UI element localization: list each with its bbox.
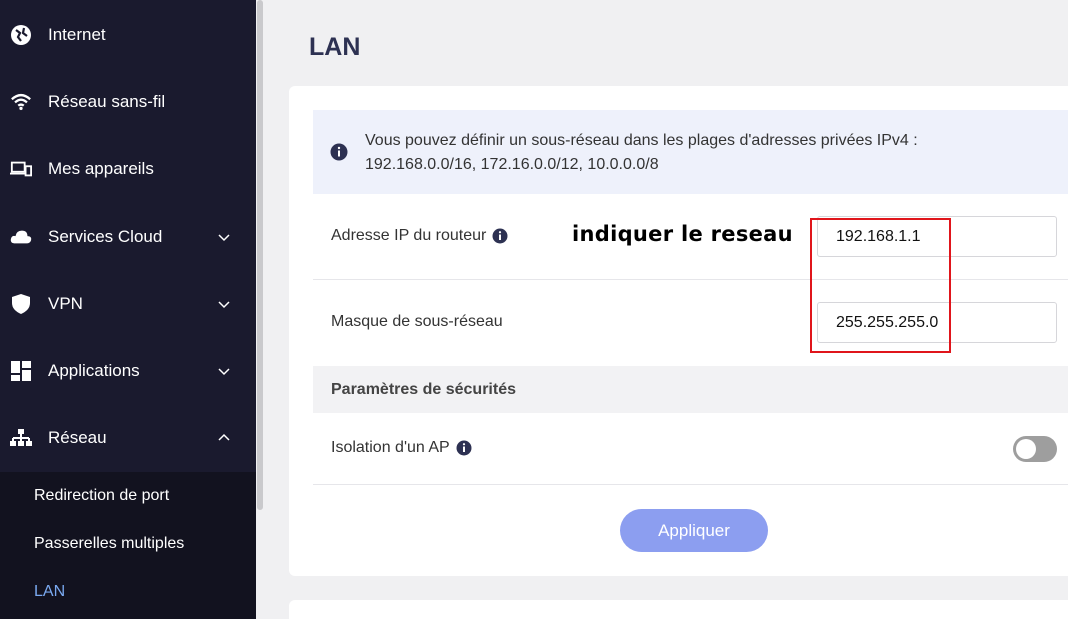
network-icon xyxy=(10,427,32,449)
sidebar-item-label: Applications xyxy=(48,360,140,380)
annotation-text: indiquer le reseau xyxy=(572,222,793,246)
info-icon[interactable] xyxy=(456,440,472,456)
sidebar-item-label: VPN xyxy=(48,293,83,313)
info-icon[interactable] xyxy=(492,228,508,244)
sidebar-item-label: Réseau sans-fil xyxy=(48,91,166,111)
divider xyxy=(313,279,1068,280)
subnet-mask-label-text: Masque de sous-réseau xyxy=(331,313,503,330)
chevron-down-icon xyxy=(216,363,232,379)
submenu-item-multiple-gateways[interactable]: Passerelles multiples xyxy=(34,535,184,553)
sidebar-item-label: Réseau xyxy=(48,427,107,447)
info-text-line: 192.168.0.0/16, 172.16.0.0/12, 10.0.0.0/… xyxy=(365,156,659,173)
chevron-up-icon xyxy=(216,430,232,446)
ap-isolation-label: Isolation d'un AP xyxy=(331,439,472,457)
sidebar-item-label: Services Cloud xyxy=(48,226,163,246)
sidebar-item-internet[interactable]: Internet xyxy=(0,1,256,68)
page-title: LAN xyxy=(309,33,361,61)
toggle-knob xyxy=(1016,439,1036,459)
cloud-icon xyxy=(10,226,32,248)
sidebar-item-network[interactable]: Réseau xyxy=(0,404,256,471)
annotation-highlight-box xyxy=(810,218,951,353)
info-text: Vous pouvez définir un sous-réseau dans … xyxy=(365,129,1005,177)
sidebar-item-applications[interactable]: Applications xyxy=(0,337,256,404)
shield-icon xyxy=(10,293,32,315)
router-ip-label: Adresse IP du routeur xyxy=(331,227,508,245)
sidebar-item-label: Internet xyxy=(48,24,106,44)
sidebar-item-wireless[interactable]: Réseau sans-fil xyxy=(0,68,256,135)
chevron-down-icon xyxy=(216,229,232,245)
globe-icon xyxy=(10,24,32,46)
network-submenu: Redirection de port Passerelles multiple… xyxy=(0,472,256,619)
sidebar-scrollbar[interactable] xyxy=(257,0,263,510)
wifi-icon xyxy=(10,91,32,113)
apply-button[interactable]: Appliquer xyxy=(620,509,768,552)
sidebar-item-label: Mes appareils xyxy=(48,158,154,178)
info-text-line: Vous pouvez définir un sous-réseau dans … xyxy=(365,132,918,149)
apps-grid-icon xyxy=(10,360,32,382)
devices-icon xyxy=(10,158,32,180)
chevron-down-icon xyxy=(216,296,232,312)
ap-isolation-toggle[interactable] xyxy=(1013,436,1057,462)
subnet-mask-label: Masque de sous-réseau xyxy=(331,313,503,331)
info-icon xyxy=(330,143,348,161)
sidebar-item-devices[interactable]: Mes appareils xyxy=(0,135,256,202)
sidebar: Internet Réseau sans-fil Mes appareils S… xyxy=(0,0,256,619)
ap-isolation-label-text: Isolation d'un AP xyxy=(331,439,450,456)
submenu-item-port-forwarding[interactable]: Redirection de port xyxy=(34,487,169,505)
next-card xyxy=(289,600,1068,619)
sidebar-item-vpn[interactable]: VPN xyxy=(0,270,256,337)
divider xyxy=(313,484,1068,485)
sidebar-item-cloud-services[interactable]: Services Cloud xyxy=(0,203,256,270)
router-ip-label-text: Adresse IP du routeur xyxy=(331,227,487,244)
security-section-title: Paramètres de sécurités xyxy=(331,381,516,398)
submenu-item-lan[interactable]: LAN xyxy=(34,583,65,601)
